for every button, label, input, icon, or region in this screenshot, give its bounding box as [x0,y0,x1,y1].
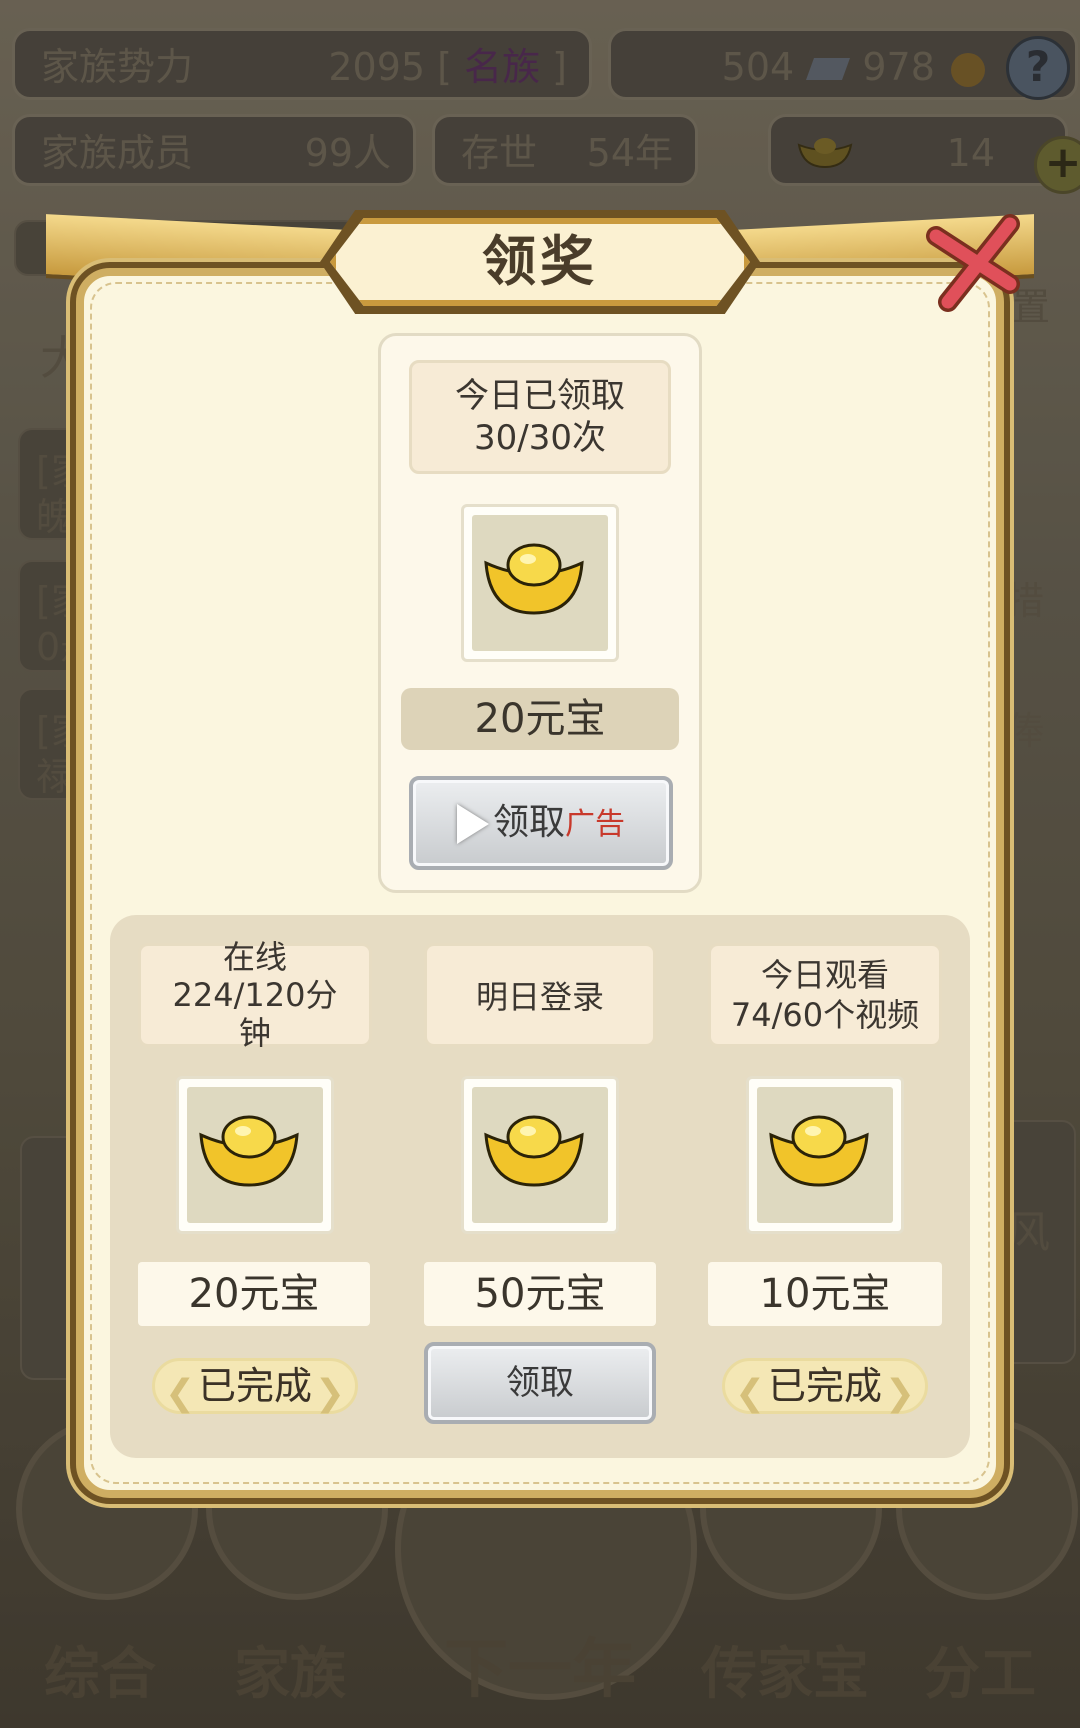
task-1-amount: 20元宝 [138,1262,370,1326]
task-3-title: 今日观看 74/60个视频 [708,943,942,1047]
gold-ingot-icon [484,543,584,615]
ad-claim-status: 今日已领取 30/30次 [409,360,671,474]
task-3-amount: 10元宝 [708,1262,942,1326]
task-1-icon-frame [176,1076,334,1234]
task-1-completed-button: ❮ 已完成 ❯ [152,1358,358,1414]
chevron-left-icon: ❮ [735,1373,766,1414]
gold-ingot-icon [199,1115,299,1187]
watch-ad-claim-button[interactable]: 领取广告 [409,776,673,870]
task-2-title: 明日登录 [424,943,656,1047]
play-icon [456,804,489,844]
modal-title: 领奖 [482,230,598,293]
chevron-right-icon: ❯ [884,1373,915,1414]
task-3-title-text: 今日观看 74/60个视频 [730,956,920,1034]
ad-claim-label: 领取 [492,802,565,843]
ad-status-line1: 今日已领取 [455,376,625,416]
ad-reward-card: 今日已领取 30/30次 20元宝 领取广告 [378,333,702,893]
task-1-title-text: 在线 224/120分 钟 [172,938,338,1052]
task-3-icon-frame [746,1076,904,1234]
ad-status-count: 30/30次 [474,418,606,458]
task-2-claim-button[interactable]: 领取 [424,1342,656,1424]
ad-tag: 广告 [565,807,625,842]
task-2-button-label: 领取 [506,1363,574,1403]
task-3-completed-button: ❮ 已完成 ❯ [722,1358,928,1414]
task-2-icon-frame [461,1076,619,1234]
gold-ingot-icon [769,1115,869,1187]
ad-reward-icon-frame [461,504,619,662]
task-1-button-label: 已完成 [197,1364,312,1408]
chevron-left-icon: ❮ [165,1373,196,1414]
task-3-button-label: 已完成 [767,1364,882,1408]
ad-reward-amount: 20元宝 [401,688,679,750]
chevron-right-icon: ❯ [314,1373,345,1414]
task-2-amount: 50元宝 [424,1262,656,1326]
task-1-title: 在线 224/120分 钟 [138,938,372,1052]
close-icon[interactable] [918,206,1028,316]
task-2-title-text: 明日登录 [475,978,604,1016]
gold-ingot-icon [484,1115,584,1187]
